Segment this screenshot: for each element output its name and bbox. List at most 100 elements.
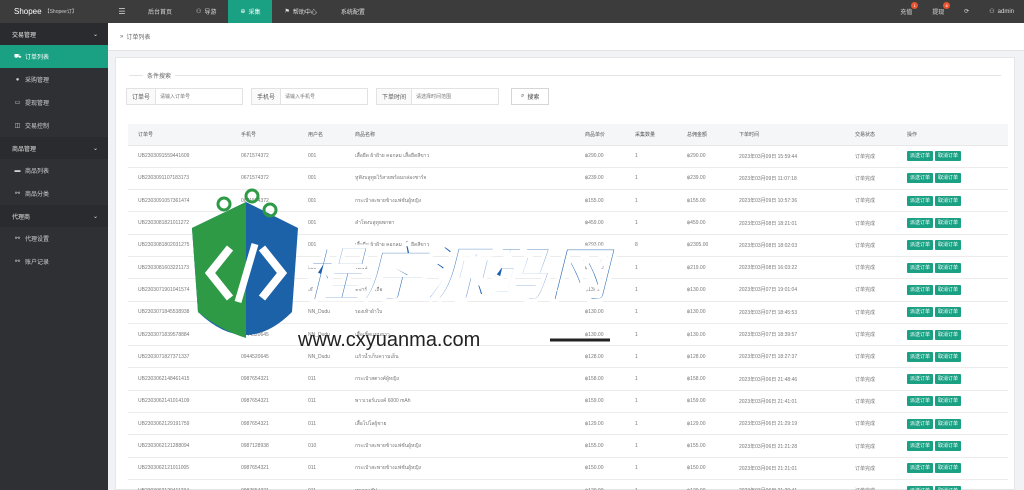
sidebar-group-goods[interactable]: 商品管理 ⌄	[0, 137, 108, 159]
sidebar-item-account-records[interactable]: ⚯ 账户记录	[0, 250, 108, 273]
sidebar-item-orders[interactable]: ⛟ 订单列表	[0, 45, 108, 68]
cancel-order-button[interactable]: 取消订单	[935, 262, 962, 273]
dispatch-order-button[interactable]: 派送订单	[907, 195, 934, 206]
nav-home[interactable]: 后台首页	[136, 0, 184, 23]
table-cell: ฿120.00	[575, 479, 625, 490]
table-row[interactable]: UB23030621204112340987654321011หมวกแก๊ป฿…	[128, 479, 1008, 490]
order-no-input[interactable]	[155, 88, 244, 105]
recharge-link[interactable]: 充值 1	[890, 0, 922, 23]
sidebar-item-goods-list[interactable]: ▬ 商品列表	[0, 159, 108, 182]
table-row[interactable]: UB2303091107183173 0671574372 001 หูฟังบลูท…	[128, 167, 1008, 191]
dispatch-order-button[interactable]: 派送订单	[907, 262, 934, 273]
table-cell: 0987654321	[231, 367, 298, 391]
table-cell: 0671574372	[231, 256, 298, 280]
table-cell: UB2303071839578884	[128, 323, 231, 347]
table-cell: เสื้อยืด ผ้าฝ้าย คอกลม เสื้อยืดสีขาว	[345, 234, 575, 257]
dispatch-order-button[interactable]: 派送订单	[907, 307, 934, 318]
cancel-order-button[interactable]: 取消订单	[935, 485, 962, 490]
dispatch-order-button[interactable]: 派送订单	[907, 441, 934, 451]
dispatch-order-button[interactable]: 派送订单	[907, 218, 934, 229]
breadcrumb-label[interactable]: 订单列表	[126, 32, 150, 41]
table-row[interactable]: UB2303062141014109 0987654321 011 พาวเวอร์แ…	[128, 390, 1008, 414]
card-icon: ▭	[14, 100, 21, 106]
dispatch-order-button[interactable]: 派送订单	[907, 151, 934, 162]
dispatch-order-button[interactable]: 派送订单	[907, 329, 934, 340]
actions-cell: 派送订单取消订单	[897, 301, 1008, 324]
cancel-order-button[interactable]: 取消订单	[935, 396, 962, 407]
table-row[interactable]: UB2303062129191759 0987654321 011 เสื้อโปโล…	[128, 412, 1008, 436]
table-cell: ฿120.00	[677, 479, 729, 490]
cancel-order-button[interactable]: 取消订单	[935, 240, 962, 251]
cancel-order-button[interactable]: 取消订单	[935, 351, 962, 362]
table-row[interactable]: UB2303071845538938 0944520645 NN_Dudu รองเท…	[128, 301, 1008, 324]
table-row[interactable]: UB2303071839578884 0944520645 NN_Dudu เสื้อ…	[128, 323, 1008, 347]
dispatch-order-button[interactable]: 派送订单	[907, 240, 934, 251]
nav-collect[interactable]: ⊕ 采集	[228, 0, 273, 23]
table-cell: 0671574372	[231, 234, 298, 257]
cancel-order-button[interactable]: 取消订单	[935, 463, 962, 474]
cancel-order-button[interactable]: 取消订单	[935, 418, 962, 429]
dispatch-order-button[interactable]: 派送订单	[907, 418, 934, 429]
table-row[interactable]: UB2303062121288094 0987128938 010 กระเป๋าสะ…	[128, 434, 1008, 458]
cancel-order-button[interactable]: 取消订单	[935, 284, 962, 295]
dispatch-order-button[interactable]: 派送订单	[907, 351, 934, 362]
nav-help[interactable]: ⚑ 帮助中心	[272, 0, 328, 23]
actions-cell: 派送订单取消订单	[897, 345, 1008, 369]
nav-settings[interactable]: 系统配置	[329, 0, 377, 23]
sidebar: 交易管理 ⌄ ⛟ 订单列表 ● 采购管理 ▭ 提现管理 ◫ 交易控制 商品管理 ⌄ ▬ 商品列…	[0, 23, 108, 490]
table-row[interactable]: UB2303062121011005 0987654321 011 กระเป๋าสะ…	[128, 457, 1008, 480]
sidebar-item-agent-settings[interactable]: ⚯ 代理设置	[0, 227, 108, 250]
order-time-field: 下单时间	[376, 88, 500, 105]
sidebar-item-purchase[interactable]: ● 采购管理	[0, 68, 108, 91]
table-row[interactable]: UB2303081603221173 0671574372 001 ร่มพับ ฿21…	[128, 256, 1008, 280]
dispatch-order-button[interactable]: 派送订单	[907, 173, 934, 184]
table-row[interactable]: UB2303091559441609 0671574372 001 เสื้อยืด …	[128, 145, 1008, 168]
dispatch-order-button[interactable]: 派送订单	[907, 396, 934, 407]
table-cell: 订单完成	[845, 390, 897, 414]
table-cell: ฿155.00	[677, 189, 729, 213]
table-row[interactable]: UB2303071901041574 0671574372 001 ที่ชาร์จม…	[128, 278, 1008, 302]
sidebar-group-agent[interactable]: 代理商 ⌄	[0, 205, 108, 227]
menu-toggle-button[interactable]: ☰	[108, 0, 136, 23]
cancel-order-button[interactable]: 取消订单	[935, 374, 962, 385]
sidebar-item-withdraw[interactable]: ▭ 提现管理	[0, 91, 108, 114]
nav-guide[interactable]: ⚇ 导游	[184, 0, 228, 23]
cancel-order-button[interactable]: 取消订单	[935, 151, 962, 162]
refresh-button[interactable]: ⟳	[954, 0, 979, 23]
table-cell: 011	[298, 457, 345, 480]
cancel-order-button[interactable]: 取消订单	[935, 218, 962, 229]
table-row[interactable]: UB2303091057361474 0671574372 001 กระเป๋าสะ…	[128, 189, 1008, 213]
sidebar-group-trade[interactable]: 交易管理 ⌄	[0, 23, 108, 45]
table-cell: กระเป๋าสตางค์ผู้หญิง	[345, 367, 575, 391]
cancel-order-button[interactable]: 取消订单	[935, 173, 962, 184]
table-cell: 2023年03月06日 21:21:28	[729, 434, 845, 458]
table-cell: ฿219.00	[677, 256, 729, 280]
actions-cell: 派送订单取消订单	[897, 256, 1008, 280]
user-menu[interactable]: ⚇ admin	[979, 0, 1024, 23]
cancel-order-button[interactable]: 取消订单	[935, 307, 962, 318]
phone-input[interactable]	[280, 88, 369, 105]
sidebar-item-goods-category[interactable]: ⚯ 商品分类	[0, 182, 108, 205]
search-button[interactable]: ⌕ 搜索	[511, 88, 550, 105]
dispatch-order-button[interactable]: 派送订单	[907, 463, 934, 474]
table-row[interactable]: UB2303071827371337 0944520645 NN_Dudu แก้วน…	[128, 345, 1008, 369]
column-header: 用户名	[298, 124, 345, 146]
cancel-order-button[interactable]: 取消订单	[935, 441, 962, 451]
table-row[interactable]: UB2303081802031275 0671574372 001 เสื้อยืด …	[128, 234, 1008, 257]
dispatch-order-button[interactable]: 派送订单	[907, 284, 934, 295]
brand[interactable]: Shopee 【Shopee订】	[0, 0, 108, 23]
withdraw-link[interactable]: 提现 6	[922, 0, 954, 23]
table-cell: 订单完成	[845, 278, 897, 302]
table-row[interactable]: UB2303062148461415 0987654321 011 กระเป๋าสต…	[128, 367, 1008, 391]
table-cell: UB2303062121288094	[128, 434, 231, 458]
cancel-order-button[interactable]: 取消订单	[935, 329, 962, 340]
sidebar-item-label: 订单列表	[25, 55, 50, 61]
order-time-input[interactable]	[411, 88, 500, 105]
flag-icon: ⚑	[284, 9, 290, 15]
dispatch-order-button[interactable]: 派送订单	[907, 485, 934, 490]
sidebar-item-trade-control[interactable]: ◫ 交易控制	[0, 114, 108, 137]
link-icon: ⚯	[14, 236, 21, 242]
table-row[interactable]: UB2303081821011272 0671574372 001 ลำโพงบลูท…	[128, 211, 1008, 235]
dispatch-order-button[interactable]: 派送订单	[907, 374, 934, 385]
cancel-order-button[interactable]: 取消订单	[935, 195, 962, 206]
